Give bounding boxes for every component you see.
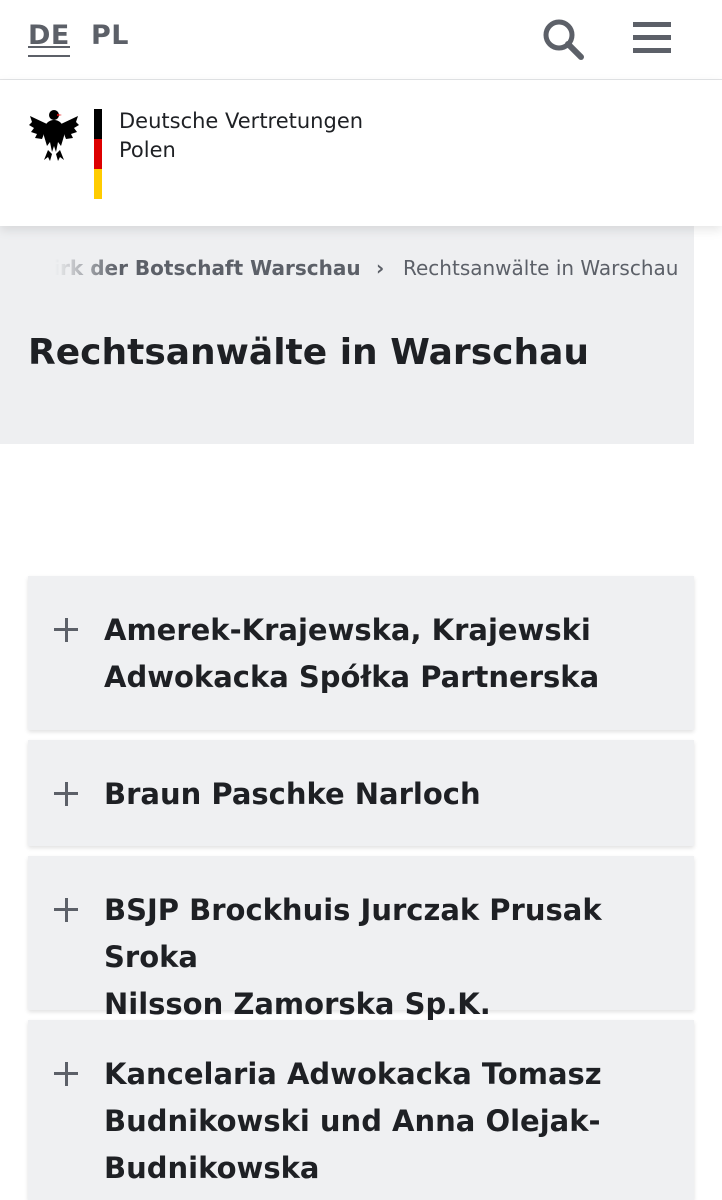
accordion-item[interactable]: Amerek-Krajewska, Krajewski Adwokacka Sp… (28, 576, 694, 730)
organization-name[interactable]: Deutsche Vertretungen Polen (119, 107, 363, 165)
accordion-title-line: Adwokacka Spółka Partnerska (104, 660, 600, 694)
organization-name-line2: Polen (119, 138, 176, 162)
plus-icon (54, 618, 78, 642)
accordion-item[interactable]: Kancelaria Adwokacka Tomasz Budnikowski … (28, 1020, 694, 1200)
plus-icon (54, 1062, 78, 1086)
accordion-item[interactable]: BSJP Brockhuis Jurczak Prusak Sroka Nils… (28, 856, 694, 1021)
search-icon[interactable] (541, 17, 585, 61)
language-pl-link[interactable]: PL (91, 20, 129, 51)
breadcrumb-fade (28, 256, 118, 282)
accordion-title-line: Braun Paschke Narloch (104, 777, 481, 811)
accordion-title-line: Kancelaria Adwokacka Tomasz (104, 1057, 602, 1091)
flag-black (94, 109, 102, 139)
hamburger-menu-icon[interactable] (633, 22, 671, 56)
flag-gold (94, 169, 102, 199)
accordion-title: BSJP Brockhuis Jurczak Prusak Sroka Nils… (104, 887, 664, 1028)
page-header: ezirk der Botschaft Warschau › Rechtsanw… (0, 226, 694, 444)
chevron-right-icon: › (376, 256, 385, 280)
accordion-title-line: Amerek-Krajewska, Krajewski (104, 613, 591, 647)
organization-name-line1: Deutsche Vertretungen (119, 109, 364, 133)
accordion-title: Amerek-Krajewska, Krajewski Adwokacka Sp… (104, 607, 664, 701)
plus-icon (54, 898, 78, 922)
accordion-title: Braun Paschke Narloch (104, 771, 664, 818)
accordion-item[interactable]: Braun Paschke Narloch (28, 740, 694, 846)
accordion-title-line: Budnikowska (104, 1151, 320, 1185)
flag-red (94, 139, 102, 169)
language-de-link[interactable]: DE (28, 20, 70, 57)
accordion-title-line: BSJP Brockhuis Jurczak Prusak Sroka (104, 893, 602, 974)
federal-eagle-icon[interactable] (28, 106, 80, 162)
page-title: Rechtsanwälte in Warschau (28, 332, 590, 373)
accordion-title: Kancelaria Adwokacka Tomasz Budnikowski … (104, 1051, 664, 1192)
top-bar: DE PL (0, 0, 722, 80)
accordion-title-line: Budnikowski und Anna Olejak- (104, 1104, 601, 1138)
site-logo-band: Deutsche Vertretungen Polen (0, 80, 722, 226)
plus-icon (54, 782, 78, 806)
breadcrumb: ezirk der Botschaft Warschau › Rechtsanw… (28, 256, 688, 282)
german-flag-stripe (94, 109, 102, 199)
breadcrumb-current: Rechtsanwälte in Warschau (403, 256, 679, 280)
